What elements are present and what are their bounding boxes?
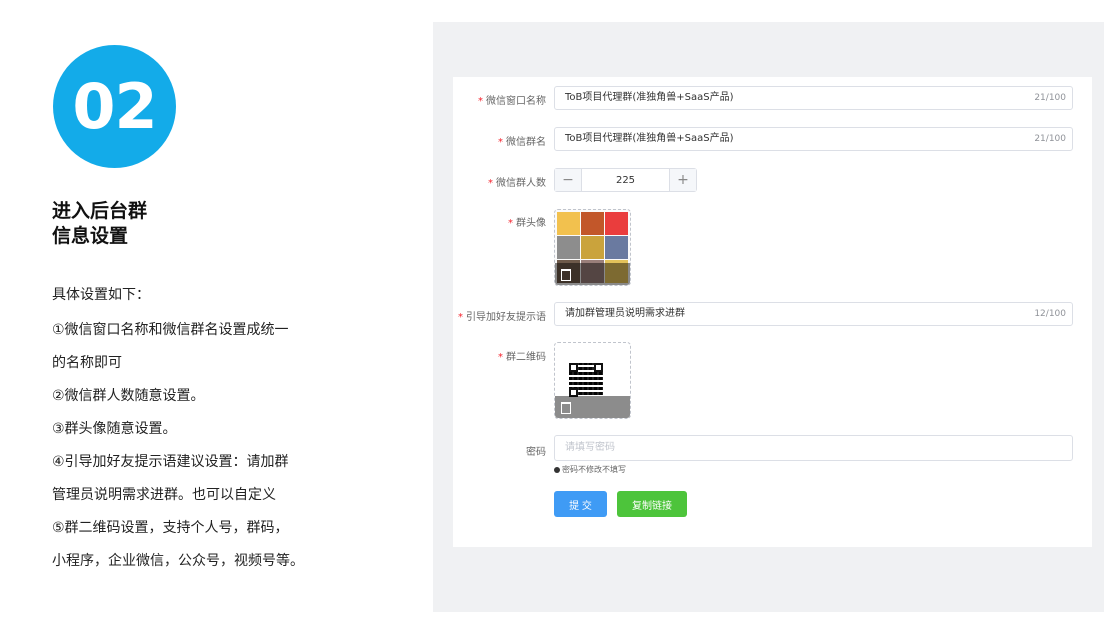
hint-text: 密码不修改不填写 [562,465,626,474]
qrcode-finder [594,363,603,372]
delete-icon[interactable] [561,269,571,281]
group-size-stepper[interactable]: − 225 + [554,168,697,192]
qrcode-row: * 群二维码 [453,342,1092,419]
friend-prompt-input[interactable]: 请加群管理员说明需求进群 12/100 [554,302,1073,326]
avatar-tile [581,236,604,259]
step-number-badge: 02 [53,45,176,168]
step-title-line-1: 进入后台群 [52,200,148,222]
decrement-button[interactable]: − [555,169,582,191]
input-value: ToB项目代理群(准独角兽+SaaS产品) [565,133,734,144]
label-text: 微信群人数 [496,178,546,189]
input-value: 请加群管理员说明需求进群 [565,308,685,319]
avatar-tile [605,212,628,235]
label-text: 群二维码 [506,352,546,363]
char-counter: 12/100 [1034,309,1066,319]
password-placeholder: 请填写密码 [565,442,615,453]
step-title: 进入后台群 信息设置 [52,199,272,249]
group-name-row: * 微信群名 ToB项目代理群(准独角兽+SaaS产品) 21/100 [453,127,1092,151]
required-mark: * [488,178,493,189]
avatar-upload[interactable] [554,209,631,286]
list-item: ⑤群二维码设置，支持个人号，群码， 小程序，企业微信，公众号，视频号等。 [52,512,362,578]
group-settings-form: * 微信窗口名称 ToB项目代理群(准独角兽+SaaS产品) 21/100 * 微信… [453,77,1092,547]
avatar-label: * 群头像 [508,214,546,229]
list-item-line: 管理员说明需求进群。也可以自定义 [52,487,276,503]
password-hint: 密码不修改不填写 [554,464,626,475]
delete-icon[interactable] [561,402,571,414]
increment-button[interactable]: + [669,169,696,191]
list-item: ④引导加好友提示语建议设置：请加群 管理员说明需求进群。也可以自定义 [52,446,362,512]
list-item: ③群头像随意设置。 [52,413,362,446]
label-text: 微信窗口名称 [486,96,546,107]
copy-link-button[interactable]: 复制链接 [617,491,687,517]
qrcode-pattern [569,363,603,397]
list-item-line: ②微信群人数随意设置。 [52,388,205,404]
list-item-line: ④引导加好友提示语建议设置：请加群 [52,454,289,470]
required-mark: * [498,137,503,148]
label-text: 群头像 [516,218,546,229]
avatar-tile [557,212,580,235]
qrcode-upload[interactable] [554,342,631,419]
info-icon [554,467,560,473]
group-size-label: * 微信群人数 [488,174,546,189]
list-item-line: 小程序，企业微信，公众号，视频号等。 [52,553,304,569]
friend-prompt-row: * 引导加好友提示语 请加群管理员说明需求进群 12/100 [453,302,1092,326]
list-item: ②微信群人数随意设置。 [52,380,362,413]
label-text: 微信群名 [506,137,546,148]
password-row: 密码 请填写密码 密码不修改不填写 [453,435,1092,475]
qrcode-image [557,345,628,398]
list-item-line: ⑤群二维码设置，支持个人号，群码， [52,520,289,536]
group-name-label: * 微信群名 [498,133,546,148]
password-label: 密码 [526,447,546,458]
required-mark: * [508,218,513,229]
required-mark: * [458,312,463,323]
required-mark: * [498,352,503,363]
description-intro: 具体设置如下： [52,287,150,303]
submit-button[interactable]: 提 交 [554,491,607,517]
group-size-row: * 微信群人数 − 225 + [453,168,1092,192]
avatar-row: * 群头像 [453,209,1092,286]
window-name-label: * 微信窗口名称 [478,92,546,107]
group-name-input[interactable]: ToB项目代理群(准独角兽+SaaS产品) 21/100 [554,127,1073,151]
label-text: 引导加好友提示语 [466,312,546,323]
step-title-line-2: 信息设置 [52,225,129,247]
list-item-line: ③群头像随意设置。 [52,421,177,437]
required-mark: * [478,96,483,107]
password-input[interactable]: 请填写密码 [554,435,1073,461]
window-name-row: * 微信窗口名称 ToB项目代理群(准独角兽+SaaS产品) 21/100 [453,86,1092,110]
qrcode-label: * 群二维码 [498,348,546,363]
list-item-line: ①微信窗口名称和微信群名设置成统一 [52,322,289,338]
group-size-value[interactable]: 225 [582,169,669,191]
avatar-tile [605,236,628,259]
avatar-tile [557,236,580,259]
avatar-tile [581,212,604,235]
description-list: ①微信窗口名称和微信群名设置成统一 的名称即可 ②微信群人数随意设置。 ③群头像… [52,314,362,578]
list-item-line: 的名称即可 [52,355,122,371]
qrcode-finder [569,363,578,372]
list-item: ①微信窗口名称和微信群名设置成统一 的名称即可 [52,314,362,380]
window-name-input[interactable]: ToB项目代理群(准独角兽+SaaS产品) 21/100 [554,86,1073,110]
input-value: ToB项目代理群(准独角兽+SaaS产品) [565,92,734,103]
char-counter: 21/100 [1034,134,1066,144]
friend-prompt-label: * 引导加好友提示语 [458,308,546,323]
char-counter: 21/100 [1034,93,1066,103]
